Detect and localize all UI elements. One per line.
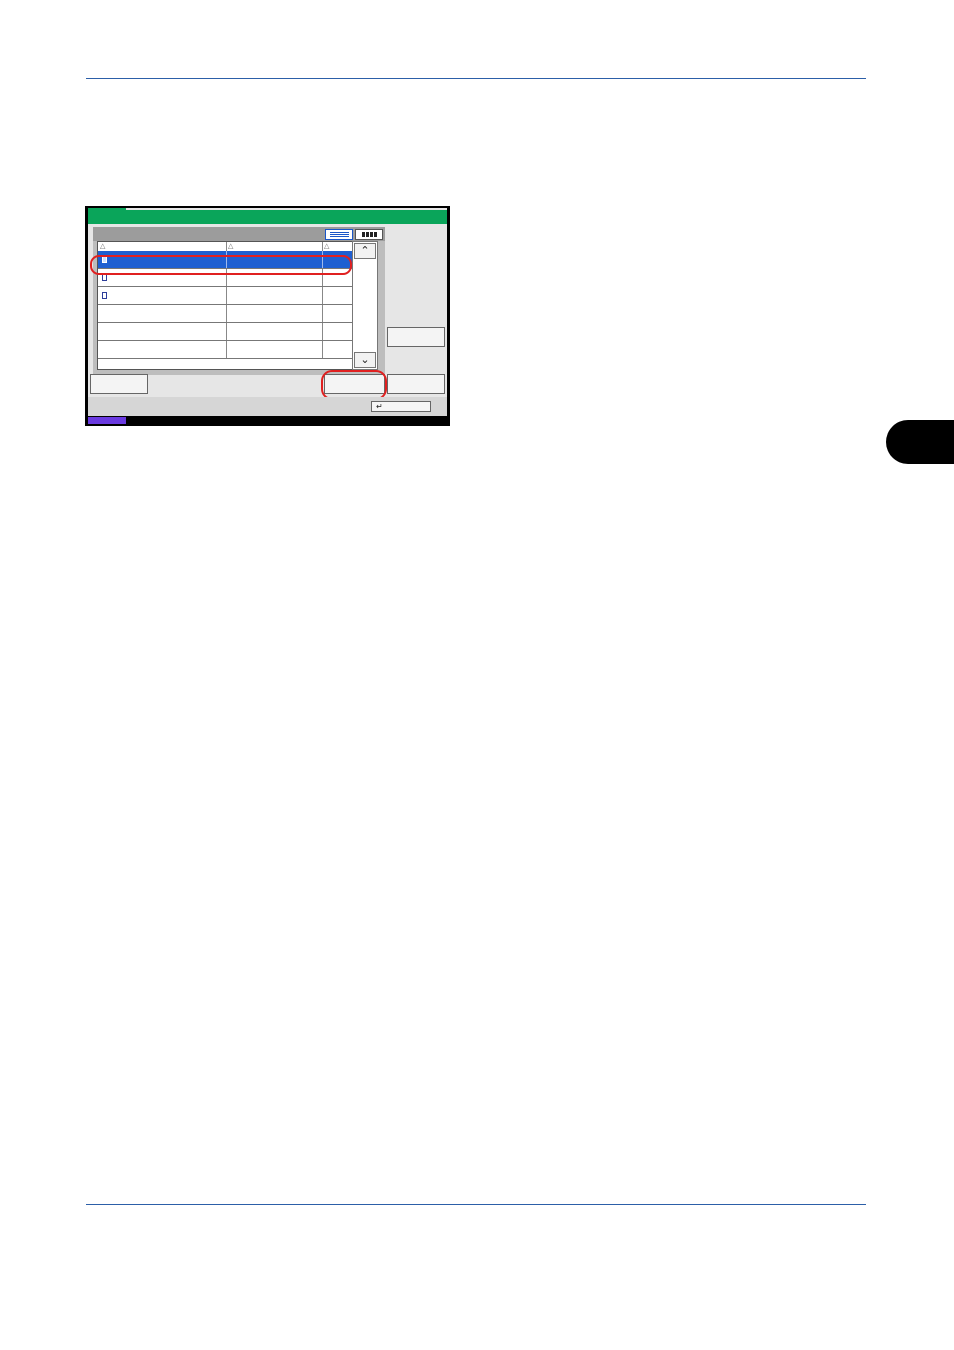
cell-divider bbox=[322, 341, 323, 358]
header-divider bbox=[226, 242, 227, 251]
header-rule bbox=[86, 78, 866, 79]
grid-view-icon bbox=[362, 232, 365, 237]
table-row[interactable] bbox=[98, 287, 353, 305]
enter-button[interactable]: ↵ bbox=[371, 401, 431, 412]
grid-view-icon-cell bbox=[374, 232, 377, 237]
open-button-callout bbox=[321, 370, 387, 400]
cell-divider bbox=[322, 287, 323, 304]
title-bar bbox=[88, 208, 447, 224]
detail-button[interactable] bbox=[387, 327, 445, 347]
status-indicator bbox=[88, 417, 126, 424]
selected-row-callout bbox=[90, 255, 352, 275]
cell-divider bbox=[322, 323, 323, 340]
chevron-down-icon: ⌄ bbox=[360, 354, 370, 366]
table-row[interactable] bbox=[98, 305, 353, 323]
title-tab bbox=[88, 208, 126, 210]
column-header-date[interactable]: △ bbox=[228, 242, 322, 251]
list-view-icon-line bbox=[330, 234, 349, 235]
document-icon bbox=[102, 292, 107, 299]
sort-icon: △ bbox=[228, 243, 234, 250]
grid-view-icon-cell bbox=[370, 232, 373, 237]
chapter-tab bbox=[886, 420, 954, 464]
cell-divider bbox=[322, 305, 323, 322]
document-list-area: △ △ △ bbox=[93, 227, 385, 375]
cell-divider bbox=[226, 323, 227, 340]
scroll-up-button[interactable]: ⌃ bbox=[354, 243, 376, 259]
list-toolbar bbox=[93, 227, 385, 241]
enter-return-icon: ↵ bbox=[376, 402, 383, 411]
chevron-up-icon: ⌃ bbox=[360, 245, 370, 257]
select-all-button[interactable] bbox=[90, 374, 148, 394]
action-button[interactable] bbox=[387, 374, 445, 394]
table-row[interactable] bbox=[98, 323, 353, 341]
column-header-size[interactable]: △ bbox=[324, 242, 352, 251]
cell-divider bbox=[226, 305, 227, 322]
grid-view-icon-cell bbox=[366, 232, 369, 237]
cell-divider bbox=[226, 341, 227, 358]
cell-divider bbox=[226, 287, 227, 304]
table-row[interactable] bbox=[98, 341, 353, 359]
list-view-icon-line bbox=[330, 236, 349, 237]
scrollbar[interactable]: ⌃ ⌄ bbox=[352, 241, 378, 370]
list-view-toggle[interactable] bbox=[325, 229, 353, 240]
status-bar: ↵ bbox=[88, 397, 447, 416]
column-header-name[interactable]: △ bbox=[100, 242, 226, 251]
list-view-icon bbox=[330, 232, 349, 233]
scroll-down-button[interactable]: ⌄ bbox=[354, 352, 376, 368]
header-divider bbox=[322, 242, 323, 251]
sort-icon: △ bbox=[100, 243, 106, 250]
panel-screen: △ △ △ ⌃ ⌄ ↵ bbox=[88, 208, 447, 416]
panel-screenshot: △ △ △ ⌃ ⌄ ↵ bbox=[85, 206, 450, 426]
thumbnail-view-toggle[interactable] bbox=[355, 229, 383, 240]
sort-icon: △ bbox=[324, 243, 330, 250]
document-icon bbox=[102, 274, 107, 281]
footer-rule bbox=[86, 1204, 866, 1205]
